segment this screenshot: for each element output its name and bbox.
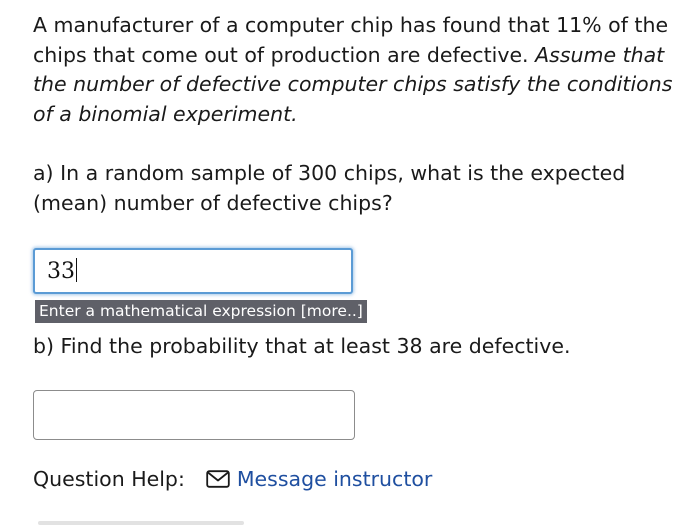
message-instructor-link[interactable]: Message instructor [206, 467, 432, 491]
answer-input-part-b[interactable] [33, 390, 355, 440]
question-part-b: b) Find the probability that at least 38… [33, 334, 571, 358]
text-cursor [76, 258, 77, 282]
problem-statement: A manufacturer of a computer chip has fo… [33, 11, 683, 129]
math-expression-hint[interactable]: Enter a mathematical expression [more..] [35, 300, 367, 323]
bottom-divider [38, 521, 244, 525]
answer-input-part-a[interactable]: 33 [33, 248, 353, 294]
message-instructor-label: Message instructor [236, 467, 433, 491]
question-help-label: Question Help: [33, 467, 185, 491]
answer-value-part-a: 33 [47, 259, 75, 284]
question-help: Question Help: Message instructor [33, 464, 432, 494]
question-part-a: a) In a random sample of 300 chips, what… [33, 161, 626, 215]
envelope-icon [206, 470, 230, 488]
